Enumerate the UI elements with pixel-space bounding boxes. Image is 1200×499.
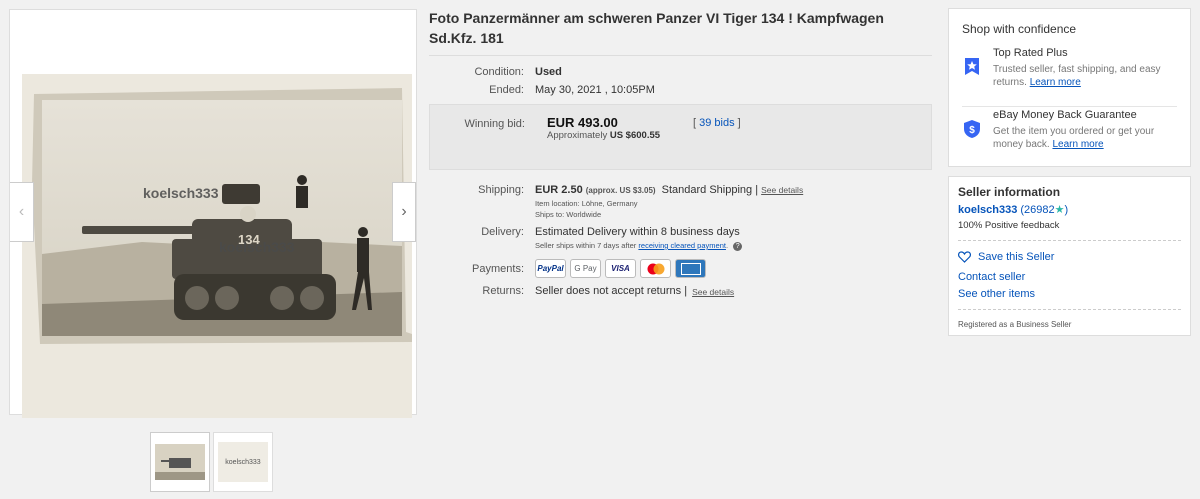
winning-bid-label: Winning bid:	[464, 118, 525, 130]
item-details: Foto Panzermänner am schweren Panzer VI …	[429, 8, 932, 297]
confidence-divider	[962, 106, 1177, 107]
star-icon: ★	[1054, 204, 1065, 216]
shipping-row: Shipping: EUR 2.50 (approx. US $3.05) St…	[429, 184, 932, 219]
amex-mark	[680, 262, 701, 275]
returns-row: Returns: Seller does not accept returns …	[429, 285, 932, 297]
guarantee-title: eBay Money Back Guarantee	[993, 109, 1137, 121]
ships-to: Ships to: Worldwide	[535, 210, 602, 219]
payments-label: Payments:	[472, 262, 524, 275]
seller-name-row: koelsch333 (26982★)	[958, 203, 1068, 216]
returns-see-details-link[interactable]: See details	[692, 287, 734, 297]
returns-value: Seller does not accept returns |	[535, 285, 688, 297]
shipping-method: Standard Shipping |	[661, 184, 759, 196]
see-other-items-link[interactable]: See other items	[958, 288, 1035, 300]
delivery-value: Estimated Delivery within 8 business day…	[535, 226, 740, 238]
seller-divider-1	[958, 240, 1181, 241]
money-back-item: eBay Money Back Guarantee Get the item y…	[993, 109, 1183, 151]
item-photo[interactable]: 134 koelsch333 koelsch333	[22, 74, 412, 418]
guarantee-learn-more-link[interactable]: Learn more	[1052, 139, 1103, 150]
title-divider	[429, 55, 932, 56]
seller-name-link[interactable]: koelsch333	[958, 204, 1017, 216]
thumbnail-strip: koelsch333	[150, 432, 273, 492]
contact-seller-link[interactable]: Contact seller	[958, 271, 1025, 283]
payments-row: Payments: PayPal G Pay VISA	[429, 259, 932, 278]
top-rated-title: Top Rated Plus	[993, 47, 1068, 59]
delivery-note-end: .	[725, 241, 729, 250]
next-image-button[interactable]: ›	[392, 182, 416, 242]
mastercard-circles-icon	[647, 263, 664, 274]
google-pay-icon: G Pay	[570, 259, 601, 278]
amex-icon	[675, 259, 706, 278]
approx-prefix: Approximately	[547, 130, 608, 141]
condition-label: Condition:	[474, 66, 524, 78]
seller-heading: Seller information	[958, 185, 1061, 199]
thumbnail-2-label: koelsch333	[218, 442, 268, 482]
delivery-label: Delivery:	[481, 226, 524, 238]
condition-row: Condition: Used	[429, 66, 932, 78]
confidence-heading: Shop with confidence	[962, 22, 1077, 36]
shipping-cost: EUR 2.50	[535, 184, 583, 196]
chevron-right-icon: ›	[401, 203, 407, 220]
image-viewer: 134 koelsch333 koelsch333 ‹ ›	[9, 9, 417, 418]
registered-business-seller: Registered as a Business Seller	[958, 320, 1072, 329]
delivery-note: Seller ships within 7 days after receivi…	[535, 241, 743, 251]
top-rated-item: Top Rated Plus Trusted seller, fast ship…	[993, 47, 1183, 89]
bid-count: [ 39 bids ]	[693, 117, 741, 129]
money-back-shield-icon: $	[964, 120, 980, 138]
returns-label: Returns:	[482, 285, 524, 297]
ended-value: May 30, 2021 , 10:05PM	[535, 84, 655, 96]
winning-bid-panel: Winning bid: EUR 493.00 Approximately US…	[429, 104, 932, 170]
save-seller-button[interactable]: Save this Seller	[958, 251, 1054, 263]
condition-value: Used	[535, 66, 562, 78]
delivery-row: Delivery: Estimated Delivery within 8 bu…	[429, 226, 932, 251]
seller-information-panel: Seller information koelsch333 (26982★) 1…	[948, 176, 1191, 336]
positive-feedback: 100% Positive feedback	[958, 220, 1060, 231]
chevron-left-icon: ‹	[18, 203, 25, 220]
item-title: Foto Panzermänner am schweren Panzer VI …	[429, 10, 884, 46]
top-rated-badge-icon	[965, 58, 979, 75]
watermark-2: koelsch333	[219, 239, 295, 255]
feedback-score-close: )	[1064, 204, 1069, 216]
approx-price: Approximately US $600.55	[547, 130, 660, 141]
bid-history-link[interactable]: 39 bids	[699, 117, 734, 129]
seller-divider-2	[958, 309, 1181, 310]
previous-image-button[interactable]: ‹	[10, 182, 34, 242]
bids-close-bracket: ]	[734, 117, 741, 129]
paypal-icon: PayPal	[535, 259, 566, 278]
watermark-1: koelsch333	[143, 185, 219, 201]
item-location: Item location: Löhne, Germany	[535, 199, 638, 208]
feedback-score-link[interactable]: (26982	[1020, 204, 1054, 216]
ended-row: Ended: May 30, 2021 , 10:05PM	[429, 84, 932, 96]
cleared-payment-link[interactable]: receiving cleared payment	[638, 241, 726, 250]
shop-with-confidence-panel: Shop with confidence Top Rated Plus Trus…	[948, 8, 1191, 167]
visa-icon: VISA	[605, 259, 636, 278]
thumbnail-photo-icon	[155, 444, 205, 480]
thumbnail-1[interactable]	[150, 432, 210, 492]
payment-logos: PayPal G Pay VISA	[535, 259, 706, 278]
delivery-note-text: Seller ships within 7 days after	[535, 241, 637, 250]
svg-text:$: $	[969, 125, 975, 136]
help-icon[interactable]: ?	[733, 242, 743, 251]
save-seller-label: Save this Seller	[978, 251, 1055, 263]
top-rated-learn-more-link[interactable]: Learn more	[1030, 77, 1081, 88]
heart-icon	[958, 251, 971, 263]
approx-value: US $600.55	[609, 130, 661, 141]
shipping-see-details-link[interactable]: See details	[761, 185, 803, 195]
ended-label: Ended:	[489, 84, 524, 96]
mastercard-icon	[640, 259, 671, 278]
winning-bid-price: EUR 493.00	[547, 115, 618, 130]
shipping-label: Shipping:	[478, 184, 524, 196]
shipping-approx: (approx. US $3.05)	[585, 186, 656, 195]
thumbnail-2[interactable]: koelsch333	[213, 432, 273, 492]
